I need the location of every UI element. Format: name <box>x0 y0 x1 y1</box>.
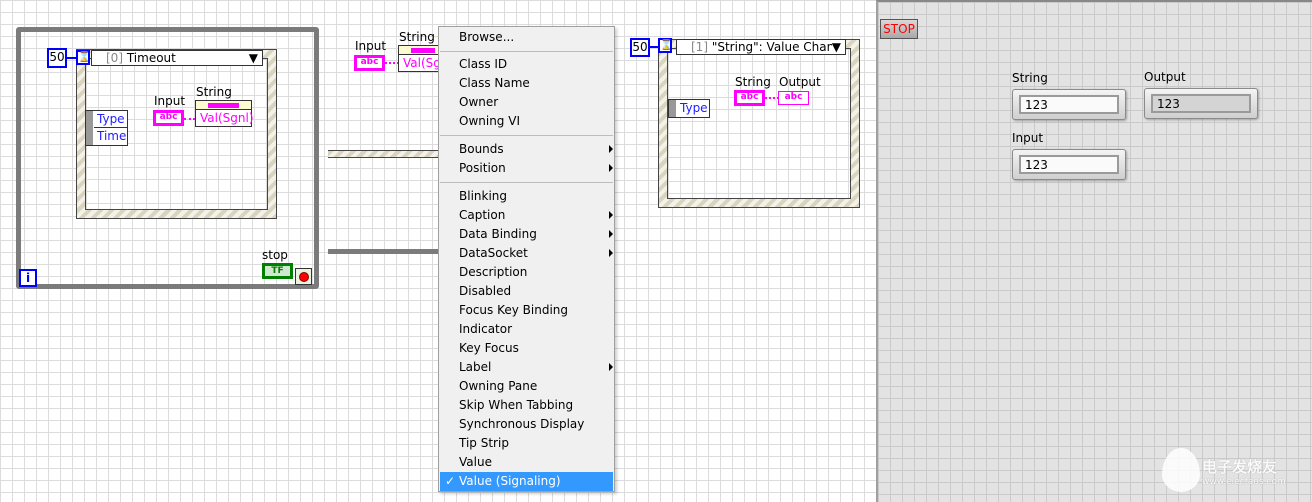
timeout-constant-2[interactable]: 50 <box>630 38 650 57</box>
output-label: Output <box>779 75 821 89</box>
menu-item-datasocket[interactable]: DataSocket <box>440 244 613 263</box>
event-data-node[interactable]: Type Time <box>85 110 128 146</box>
menu-item-label: Key Focus <box>459 341 519 355</box>
property-node[interactable]: Val(Sgnl) <box>195 100 254 127</box>
watermark-logo <box>1162 448 1200 492</box>
menu-item-position[interactable]: Position <box>440 159 613 178</box>
menu-item-label: Indicator <box>459 322 513 336</box>
menu-item-caption[interactable]: Caption <box>440 206 613 225</box>
input-label-2: Input <box>355 39 387 53</box>
output-terminal[interactable]: abc <box>778 91 809 105</box>
watermark-text: 电子发烧友 <box>1202 458 1278 476</box>
stop-label: stop <box>262 248 288 262</box>
menu-item-disabled[interactable]: Disabled <box>440 282 613 301</box>
event-data-node-2[interactable]: Type <box>668 99 710 118</box>
menu-item-label: Value <box>459 455 492 469</box>
menu-item-owner[interactable]: Owner <box>440 93 613 112</box>
dropdown-arrow-icon-2[interactable]: ▼ <box>831 40 841 54</box>
menu-item-value[interactable]: Value <box>440 453 613 472</box>
hourglass-icon-2: ⌛ <box>658 38 673 53</box>
menu-item-description[interactable]: Description <box>440 263 613 282</box>
menu-item-label[interactable]: Label <box>440 358 613 377</box>
menu-item-label: Owning Pane <box>459 379 538 393</box>
output-indicator: 123 <box>1144 88 1258 119</box>
menu-item-tip-strip[interactable]: Tip Strip <box>440 434 613 453</box>
menu-item-class-name[interactable]: Class Name <box>440 74 613 93</box>
timeout-constant[interactable]: 50 <box>47 48 67 68</box>
menu-item-label: Disabled <box>459 284 512 298</box>
stop-terminal[interactable]: TF <box>262 263 293 279</box>
menu-item-class-id[interactable]: Class ID <box>440 55 613 74</box>
menu-item-synchronous-display[interactable]: Synchronous Display <box>440 415 613 434</box>
menu-item-label: Caption <box>459 208 506 222</box>
input-control-label: Input <box>1012 131 1044 145</box>
front-panel: STOP String 123 Output 123 Input 123 电子发… <box>876 0 1312 502</box>
menu-item-owning-pane[interactable]: Owning Pane <box>440 377 613 396</box>
input-label: Input <box>154 94 186 108</box>
menu-item-label: Data Binding <box>459 227 537 241</box>
menu-item-label: Tip Strip <box>459 436 509 450</box>
menu-item-browse[interactable]: Browse... <box>440 28 613 47</box>
property-node-label: String <box>196 85 232 99</box>
menu-item-owning-vi[interactable]: Owning VI <box>440 112 613 131</box>
submenu-arrow-icon <box>609 249 613 257</box>
input-terminal[interactable]: abc <box>153 110 184 126</box>
menu-item-bounds[interactable]: Bounds <box>440 140 613 159</box>
submenu-arrow-icon <box>609 230 613 238</box>
menu-item-key-focus[interactable]: Key Focus <box>440 339 613 358</box>
property-value-signaling[interactable]: Val(Sgnl) <box>196 110 254 126</box>
string-wire <box>184 118 195 120</box>
string-control-input[interactable]: 123 <box>1019 95 1119 114</box>
menu-item-skip-when-tabbing[interactable]: Skip When Tabbing <box>440 396 613 415</box>
check-icon: ✓ <box>445 474 456 488</box>
event-data-type[interactable]: Type <box>94 111 127 128</box>
menu-item-blinking[interactable]: Blinking <box>440 187 613 206</box>
event-data-time[interactable]: Time <box>94 128 127 145</box>
dropdown-arrow-icon[interactable]: ▼ <box>249 51 258 65</box>
menu-item-label: Synchronous Display <box>459 417 585 431</box>
menu-item-data-binding[interactable]: Data Binding <box>440 225 613 244</box>
event-selector-2[interactable]: [1] "String": Value Chang ▼ <box>676 39 846 55</box>
menu-item-label: Skip When Tabbing <box>459 398 574 412</box>
submenu-arrow-icon <box>609 363 613 371</box>
property-node-label-2: String <box>399 30 435 44</box>
output-indicator-value: 123 <box>1151 94 1251 113</box>
submenu-arrow-icon <box>609 145 613 153</box>
hourglass-icon: ⌛ <box>76 50 91 65</box>
menu-item-label: Focus Key Binding <box>459 303 569 317</box>
submenu-arrow-icon <box>609 211 613 219</box>
while-loop-border <box>328 249 440 254</box>
input-control[interactable]: 123 <box>1012 149 1126 180</box>
menu-item-focus-key-binding[interactable]: Focus Key Binding <box>440 301 613 320</box>
property-context-menu: Browse... Class ID Class Name Owner Owni… <box>438 26 615 492</box>
string-control[interactable]: 123 <box>1012 89 1126 120</box>
menu-item-value-signaling[interactable]: ✓ Value (Signaling) <box>440 472 613 491</box>
string-label: String <box>735 75 771 89</box>
string-wire-2 <box>385 62 399 64</box>
menu-item-indicator[interactable]: Indicator <box>440 320 613 339</box>
string-wire-3 <box>765 97 779 99</box>
event-structure-border <box>328 150 440 158</box>
menu-item-label: DataSocket <box>459 246 528 260</box>
stop-button[interactable]: STOP <box>880 19 918 39</box>
event-selector[interactable]: [0] Timeout ▼ <box>91 50 263 66</box>
string-control-label: String <box>1012 71 1048 85</box>
event-structure-value-change[interactable] <box>658 39 860 208</box>
menu-item-label: Description <box>459 265 528 279</box>
string-terminal[interactable]: abc <box>734 90 765 106</box>
watermark-url: www.elecfans.com <box>1202 477 1286 487</box>
output-indicator-label: Output <box>1144 70 1186 84</box>
stop-condition-icon[interactable] <box>295 268 312 285</box>
menu-item-label: Label <box>459 360 492 374</box>
submenu-arrow-icon <box>609 164 613 172</box>
event-data-type-2[interactable]: Type <box>677 100 709 117</box>
menu-item-label: Value (Signaling) <box>459 474 561 488</box>
input-control-input[interactable]: 123 <box>1019 155 1119 174</box>
iteration-terminal[interactable]: i <box>19 269 37 287</box>
input-terminal-2[interactable]: abc <box>354 55 385 71</box>
menu-item-label: Blinking <box>459 189 508 203</box>
